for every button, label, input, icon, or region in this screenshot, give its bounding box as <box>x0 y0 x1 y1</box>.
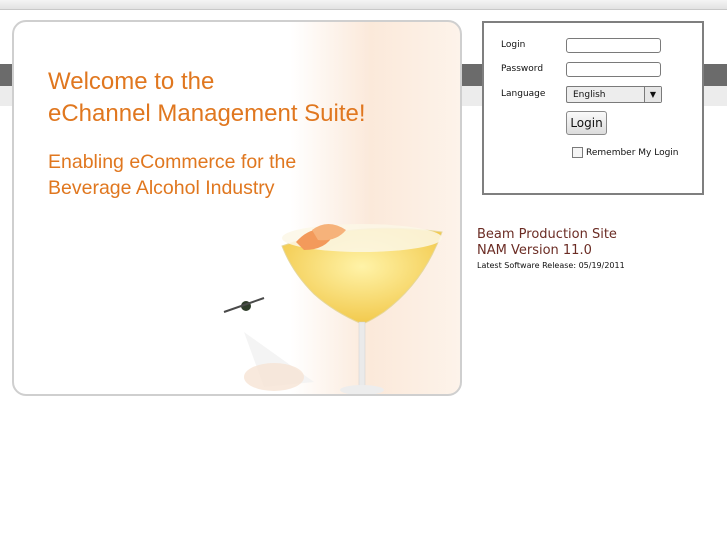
language-value: English <box>573 90 606 100</box>
site-version: NAM Version 11.0 <box>477 243 592 258</box>
password-label: Password <box>501 64 544 74</box>
welcome-panel: Welcome to the eChannel Management Suite… <box>12 20 462 396</box>
welcome-line-1: Welcome to the <box>48 68 215 95</box>
welcome-heading: Welcome to the eChannel Management Suite… <box>48 66 366 130</box>
welcome-line-2: eChannel Management Suite! <box>48 100 366 127</box>
remember-checkbox[interactable] <box>572 147 583 158</box>
login-form: Login Password Language English ▼ Login … <box>482 21 704 195</box>
login-button[interactable]: Login <box>566 111 607 135</box>
login-input[interactable] <box>566 38 661 53</box>
margarita-image <box>223 224 443 394</box>
language-select[interactable]: English ▼ <box>566 86 662 103</box>
remember-me[interactable]: Remember My Login <box>572 147 679 158</box>
tagline-line-2: Beverage Alcohol Industry <box>48 177 275 199</box>
site-name: Beam Production Site <box>477 227 617 242</box>
password-input[interactable] <box>566 62 661 77</box>
site-info: Beam Production Site NAM Version 11.0 La… <box>477 227 625 272</box>
chevron-down-icon[interactable]: ▼ <box>644 87 661 102</box>
tagline: Enabling eCommerce for the Beverage Alco… <box>48 149 296 201</box>
language-label: Language <box>501 89 546 99</box>
tagline-line-1: Enabling eCommerce for the <box>48 151 297 173</box>
browser-top-bar <box>0 0 727 10</box>
release-date: Latest Software Release: 05/19/2011 <box>477 261 625 270</box>
remember-label: Remember My Login <box>586 147 679 158</box>
login-label: Login <box>501 40 526 50</box>
